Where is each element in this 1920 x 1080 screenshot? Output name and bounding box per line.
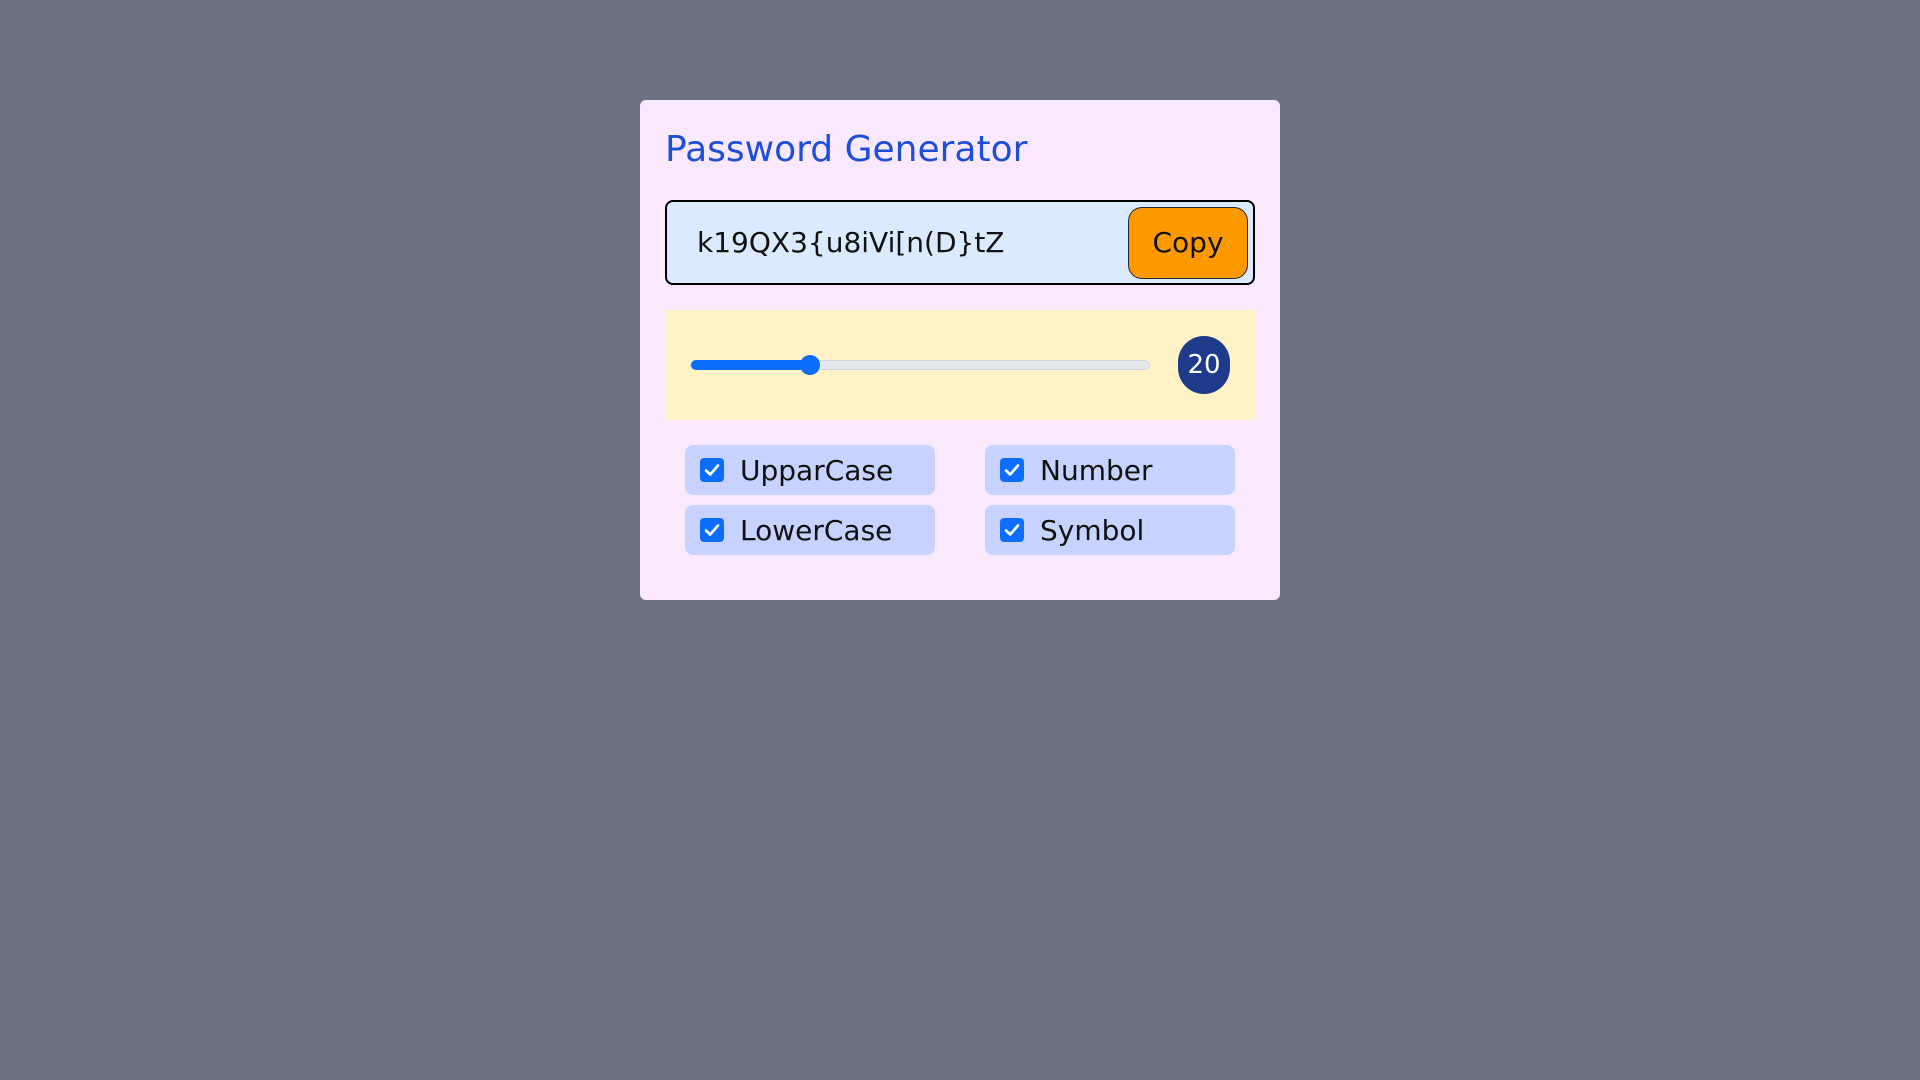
check-icon	[1004, 464, 1020, 476]
copy-button[interactable]: Copy	[1128, 206, 1248, 279]
password-generator-card: Password Generator Copy 20 UpparCase	[640, 100, 1280, 600]
option-label: UpparCase	[740, 453, 894, 487]
check-icon	[1004, 524, 1020, 536]
length-value-badge: 20	[1178, 336, 1230, 394]
length-panel: 20	[665, 310, 1255, 420]
uppercase-checkbox[interactable]	[700, 458, 724, 482]
option-label: Number	[1040, 453, 1153, 487]
options-grid: UpparCase Number LowerCase Symbol	[665, 445, 1255, 555]
option-lowercase[interactable]: LowerCase	[685, 505, 935, 555]
number-checkbox[interactable]	[1000, 458, 1024, 482]
slider-fill	[691, 360, 811, 370]
check-icon	[704, 464, 720, 476]
lowercase-checkbox[interactable]	[700, 518, 724, 542]
option-uppercase[interactable]: UpparCase	[685, 445, 935, 495]
option-symbol[interactable]: Symbol	[985, 505, 1235, 555]
option-number[interactable]: Number	[985, 445, 1235, 495]
page-title: Password Generator	[665, 129, 1028, 170]
password-field[interactable]	[667, 202, 1128, 283]
check-icon	[704, 524, 720, 536]
password-display: Copy	[665, 200, 1255, 285]
symbol-checkbox[interactable]	[1000, 518, 1024, 542]
slider-thumb[interactable]	[800, 355, 821, 375]
length-slider[interactable]	[690, 355, 1150, 375]
option-label: Symbol	[1040, 513, 1145, 547]
option-label: LowerCase	[740, 513, 893, 547]
